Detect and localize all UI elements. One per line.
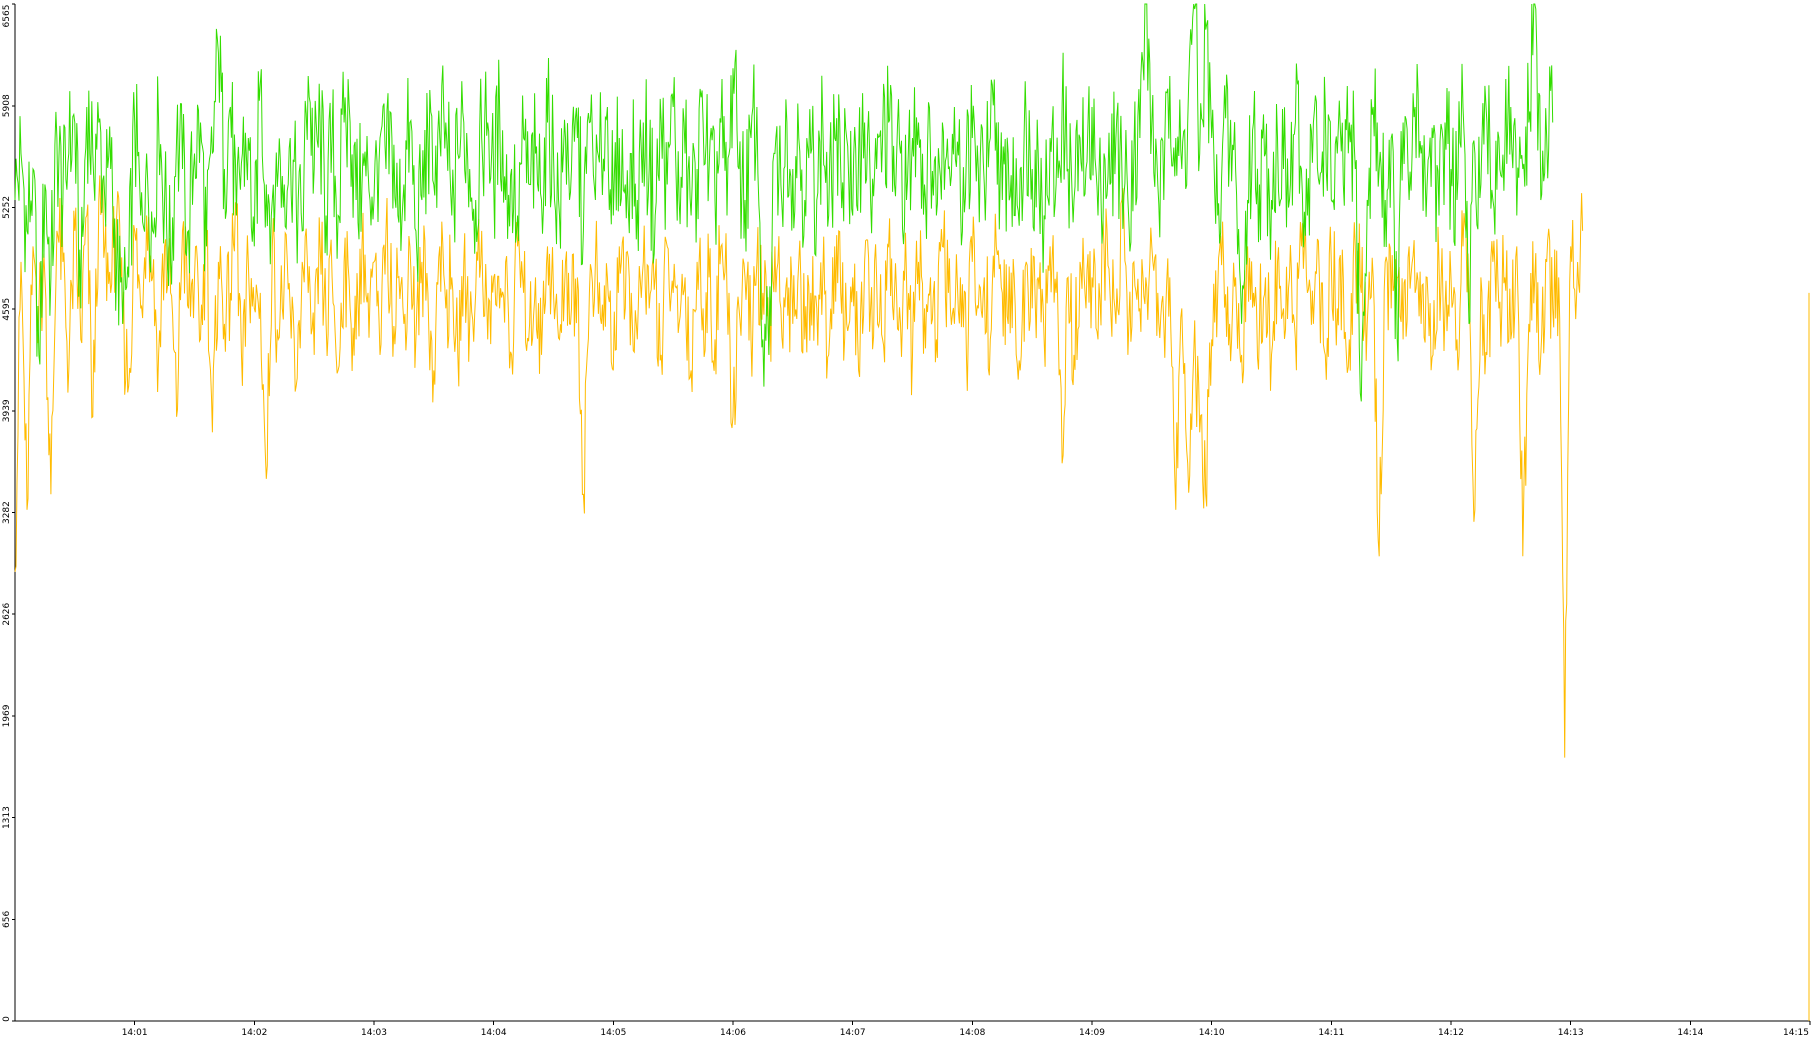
y-tick-label: 1969 (2, 704, 12, 727)
x-tick-label: 14:11 (1318, 1028, 1344, 1038)
y-tick-label: 656 (2, 911, 12, 928)
y-tick-label: 3282 (2, 501, 12, 524)
y-tick-label: 2626 (2, 602, 12, 625)
x-tick-label: 14:07 (840, 1028, 866, 1038)
y-tick-label: 5252 (2, 196, 12, 219)
x-tick-label: 14:05 (600, 1028, 626, 1038)
y-tick-label: 3939 (2, 399, 12, 422)
x-tick-label: 14:10 (1199, 1028, 1225, 1038)
x-tick-label: 14:12 (1438, 1028, 1464, 1038)
x-tick-label: 14:01 (122, 1028, 148, 1038)
y-tick-label: 6565 (2, 5, 12, 28)
y-tick-label: 1313 (2, 806, 12, 829)
x-tick-label: 14:09 (1079, 1028, 1105, 1038)
series-line-yellow (14, 175, 1584, 758)
x-tick-label: 14:06 (720, 1028, 746, 1038)
time-series-chart: 0 656 1313 1969 2626 3282 3939 4595 5252 5908 6565… (2, 3, 1811, 1038)
x-tick-label: 14:14 (1677, 1028, 1703, 1038)
x-tick-label: 14:04 (481, 1028, 507, 1038)
x-axis: 14:01 14:02 14:03 14:04 14:05 14:06 14:07 14:08… (15, 1020, 1811, 1038)
x-tick-label: 14:03 (361, 1028, 387, 1038)
y-tick-label: 4595 (2, 298, 12, 321)
x-tick-label: 14:15 (1783, 1028, 1809, 1038)
y-tick-label: 0 (2, 1016, 12, 1022)
x-tick-label: 14:02 (241, 1028, 267, 1038)
y-tick-label: 5908 (2, 94, 12, 117)
plot-area (14, 3, 1810, 1021)
y-axis: 0 656 1313 1969 2626 3282 3939 4595 5252 5908 6565 (2, 3, 16, 1022)
x-tick-label: 14:08 (959, 1028, 985, 1038)
x-tick-label: 14:13 (1558, 1028, 1584, 1038)
